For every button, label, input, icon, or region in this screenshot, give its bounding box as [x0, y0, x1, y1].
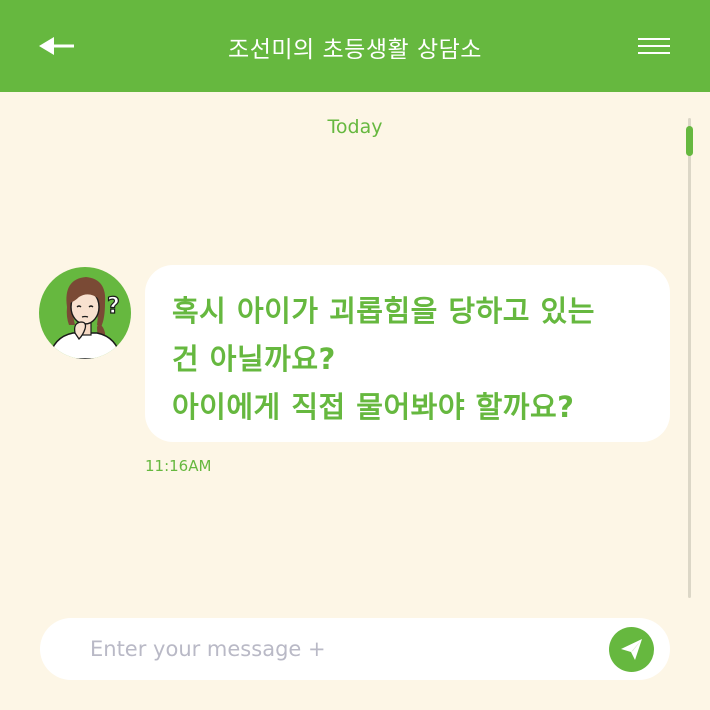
hamburger-menu-icon [638, 45, 670, 47]
message-timestamp: 11:16AM [145, 457, 212, 475]
message-input[interactable] [90, 630, 590, 668]
page-title: 조선미의 초등생활 상담소 [228, 37, 482, 63]
app-header: 조선미의 초등생활 상담소 [0, 0, 710, 92]
svg-text:?: ? [107, 294, 120, 319]
menu-button[interactable] [634, 32, 674, 60]
scrollbar-thumb[interactable] [686, 126, 693, 156]
message-text-line: 건 아닐까요? [172, 342, 336, 376]
hamburger-menu-icon [638, 38, 670, 40]
message-composer [40, 618, 670, 680]
message-text-line: 혹시 아이가 괴롭힘을 당하고 있는 [172, 294, 595, 328]
send-button[interactable] [609, 627, 654, 672]
scrollbar-track[interactable] [688, 118, 691, 598]
woman-thinking-avatar: ? [48, 277, 122, 359]
message-text-line: 아이에게 직접 물어봐야 할까요? [172, 390, 575, 424]
message-bubble: 혹시 아이가 괴롭힘을 당하고 있는 건 아닐까요? 아이에게 직접 물어봐야 … [145, 265, 670, 442]
paper-plane-icon [621, 639, 642, 660]
avatar: ? [39, 267, 131, 359]
hamburger-menu-icon [638, 52, 670, 54]
date-divider: Today [327, 116, 383, 138]
